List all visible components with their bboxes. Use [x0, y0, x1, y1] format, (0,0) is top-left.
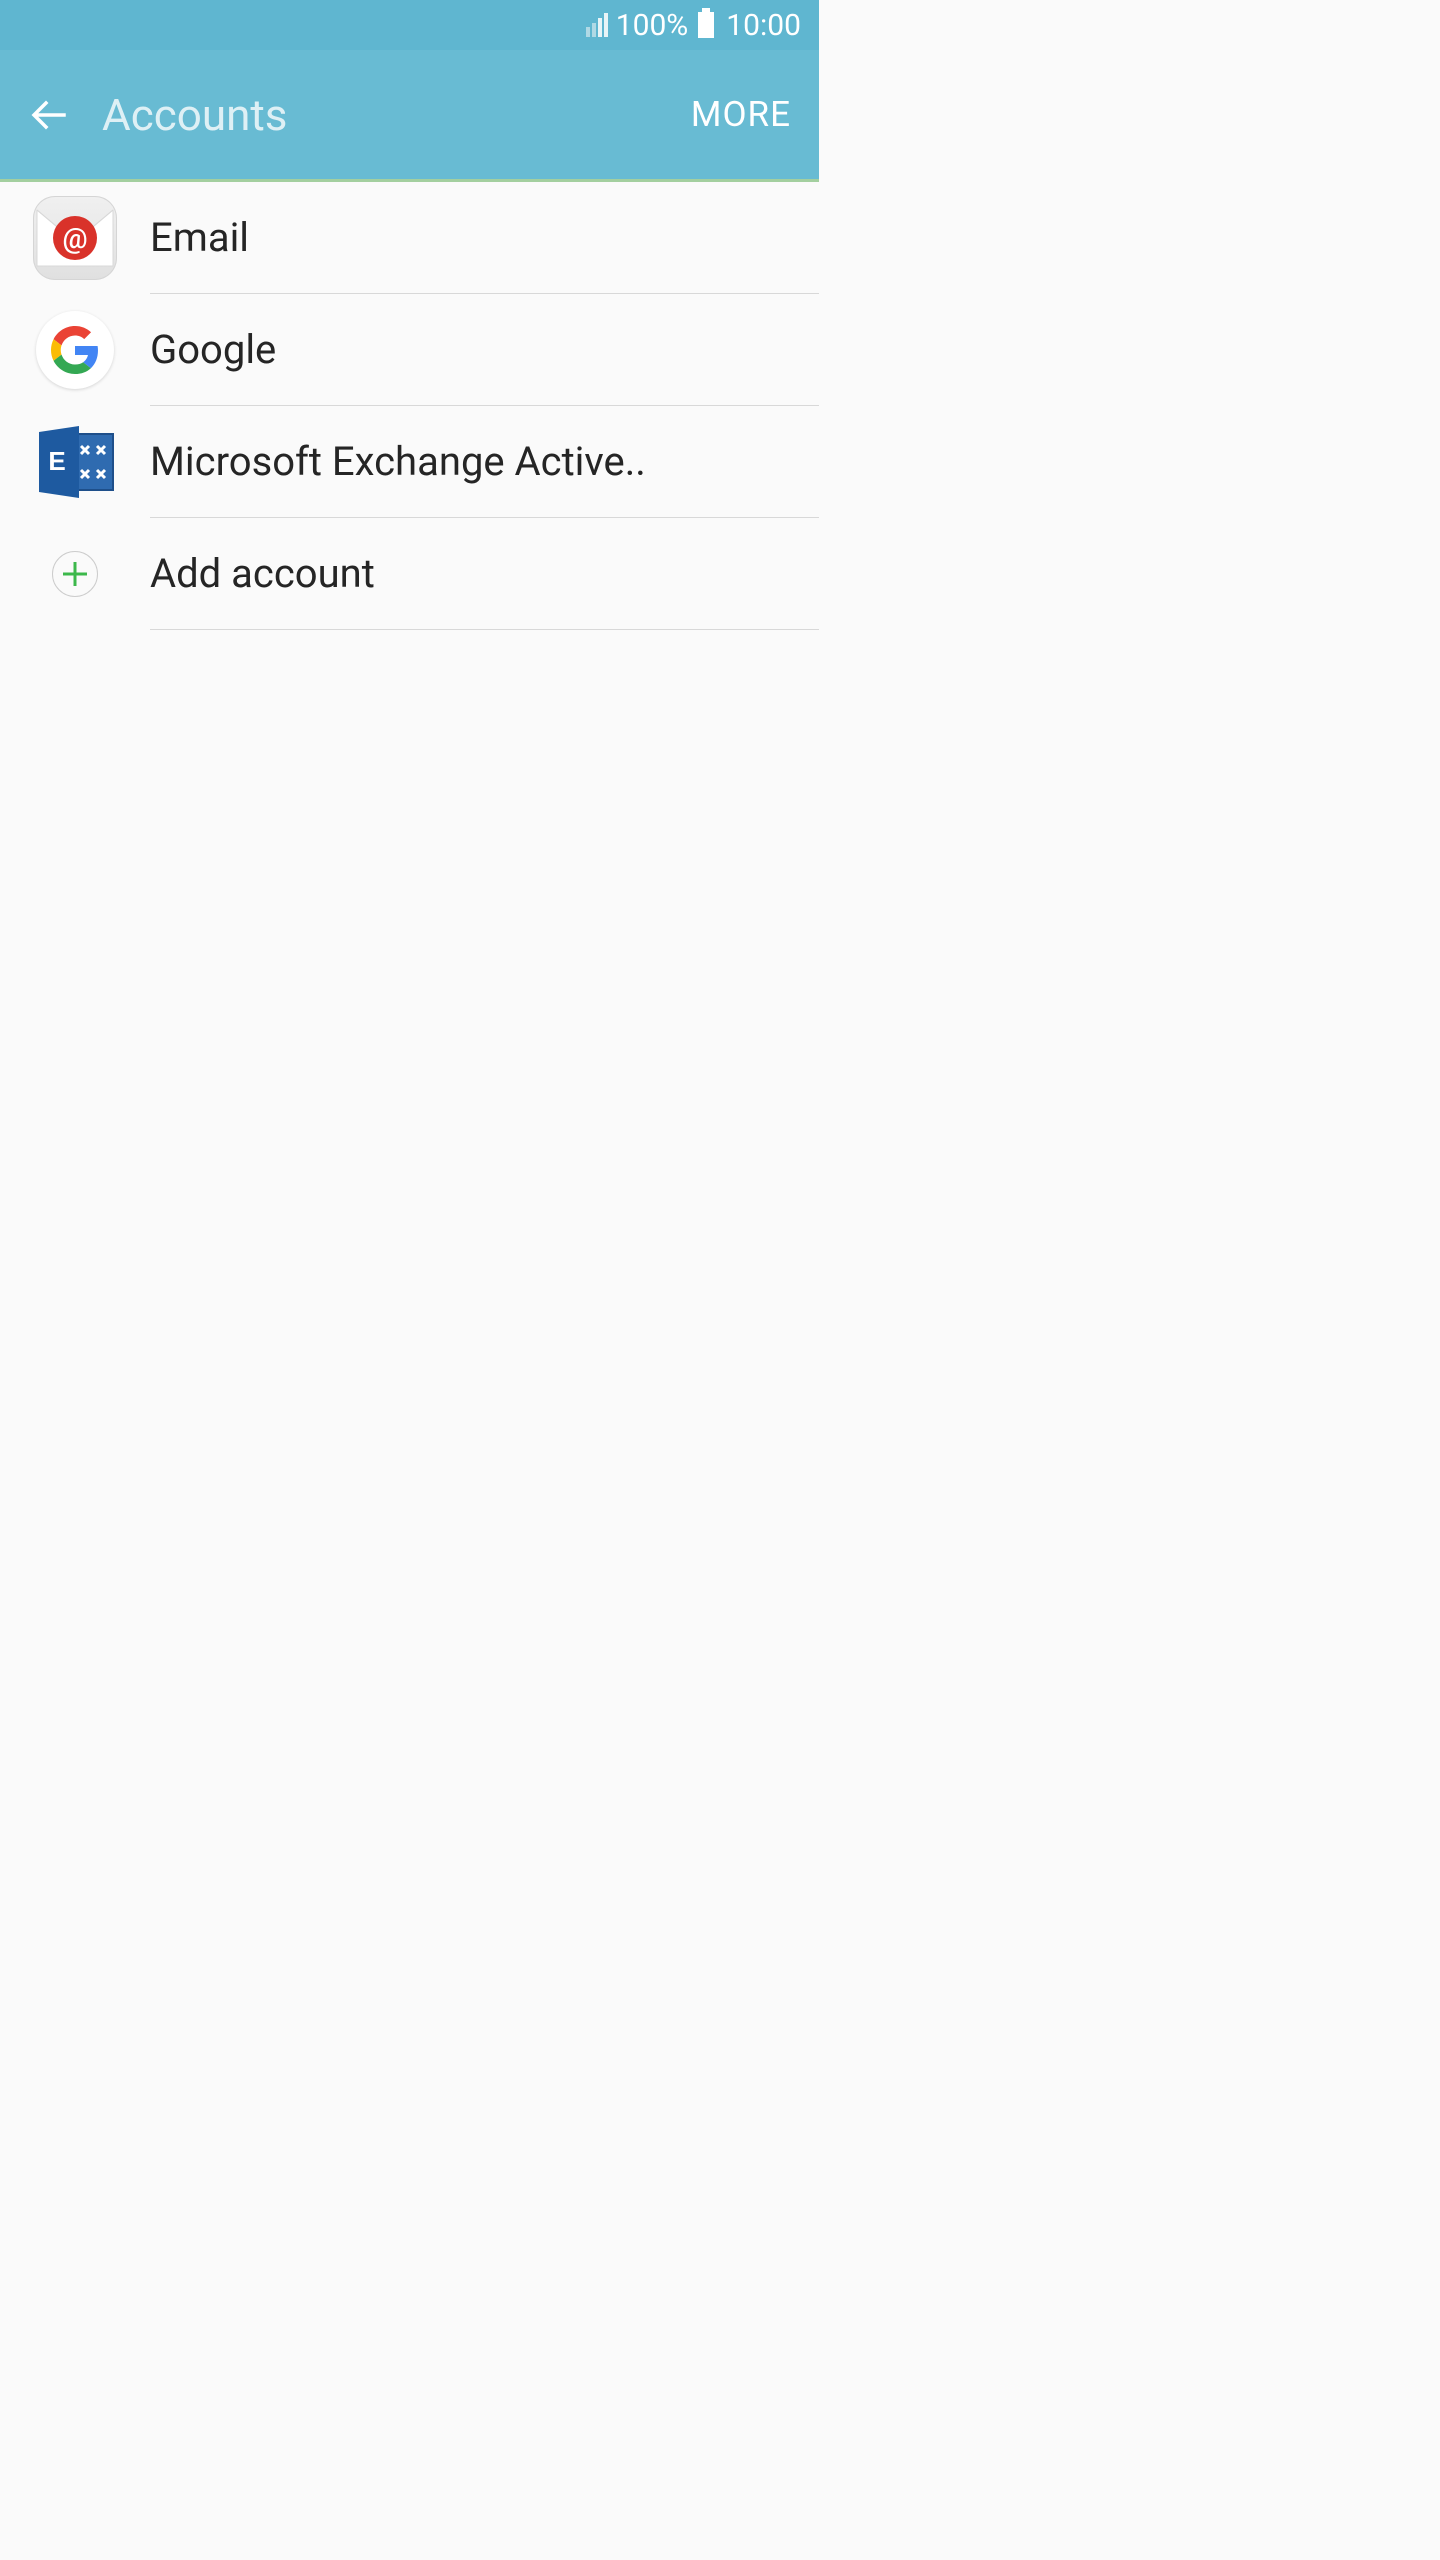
svg-text:E: E [48, 446, 65, 476]
add-icon [52, 551, 98, 597]
google-icon [36, 311, 114, 389]
microsoft-exchange-icon: E [35, 426, 115, 498]
page-title: Accounts [102, 89, 691, 141]
email-icon: @ [33, 196, 117, 280]
list-item-label: Microsoft Exchange Active.. [150, 438, 646, 485]
back-button[interactable] [28, 93, 72, 137]
status-bar: 100% 10:00 [0, 0, 819, 50]
accounts-list: @ Email Google [0, 182, 819, 630]
more-button[interactable]: MORE [691, 94, 791, 135]
list-item-email[interactable]: @ Email [0, 182, 819, 294]
list-item-google[interactable]: Google [0, 294, 819, 406]
list-item-label: Email [150, 214, 249, 261]
list-item-add-account[interactable]: Add account [0, 518, 819, 630]
list-item-label: Add account [150, 550, 375, 597]
status-time: 10:00 [726, 8, 801, 43]
list-item-exchange[interactable]: E Microsoft Exchange Active.. [0, 406, 819, 518]
list-item-label: Google [150, 326, 276, 373]
app-bar: Accounts MORE [0, 50, 819, 182]
signal-icon [586, 13, 608, 37]
battery-percentage: 100% [616, 8, 689, 43]
arrow-left-icon [30, 95, 70, 135]
battery-icon [698, 12, 714, 38]
